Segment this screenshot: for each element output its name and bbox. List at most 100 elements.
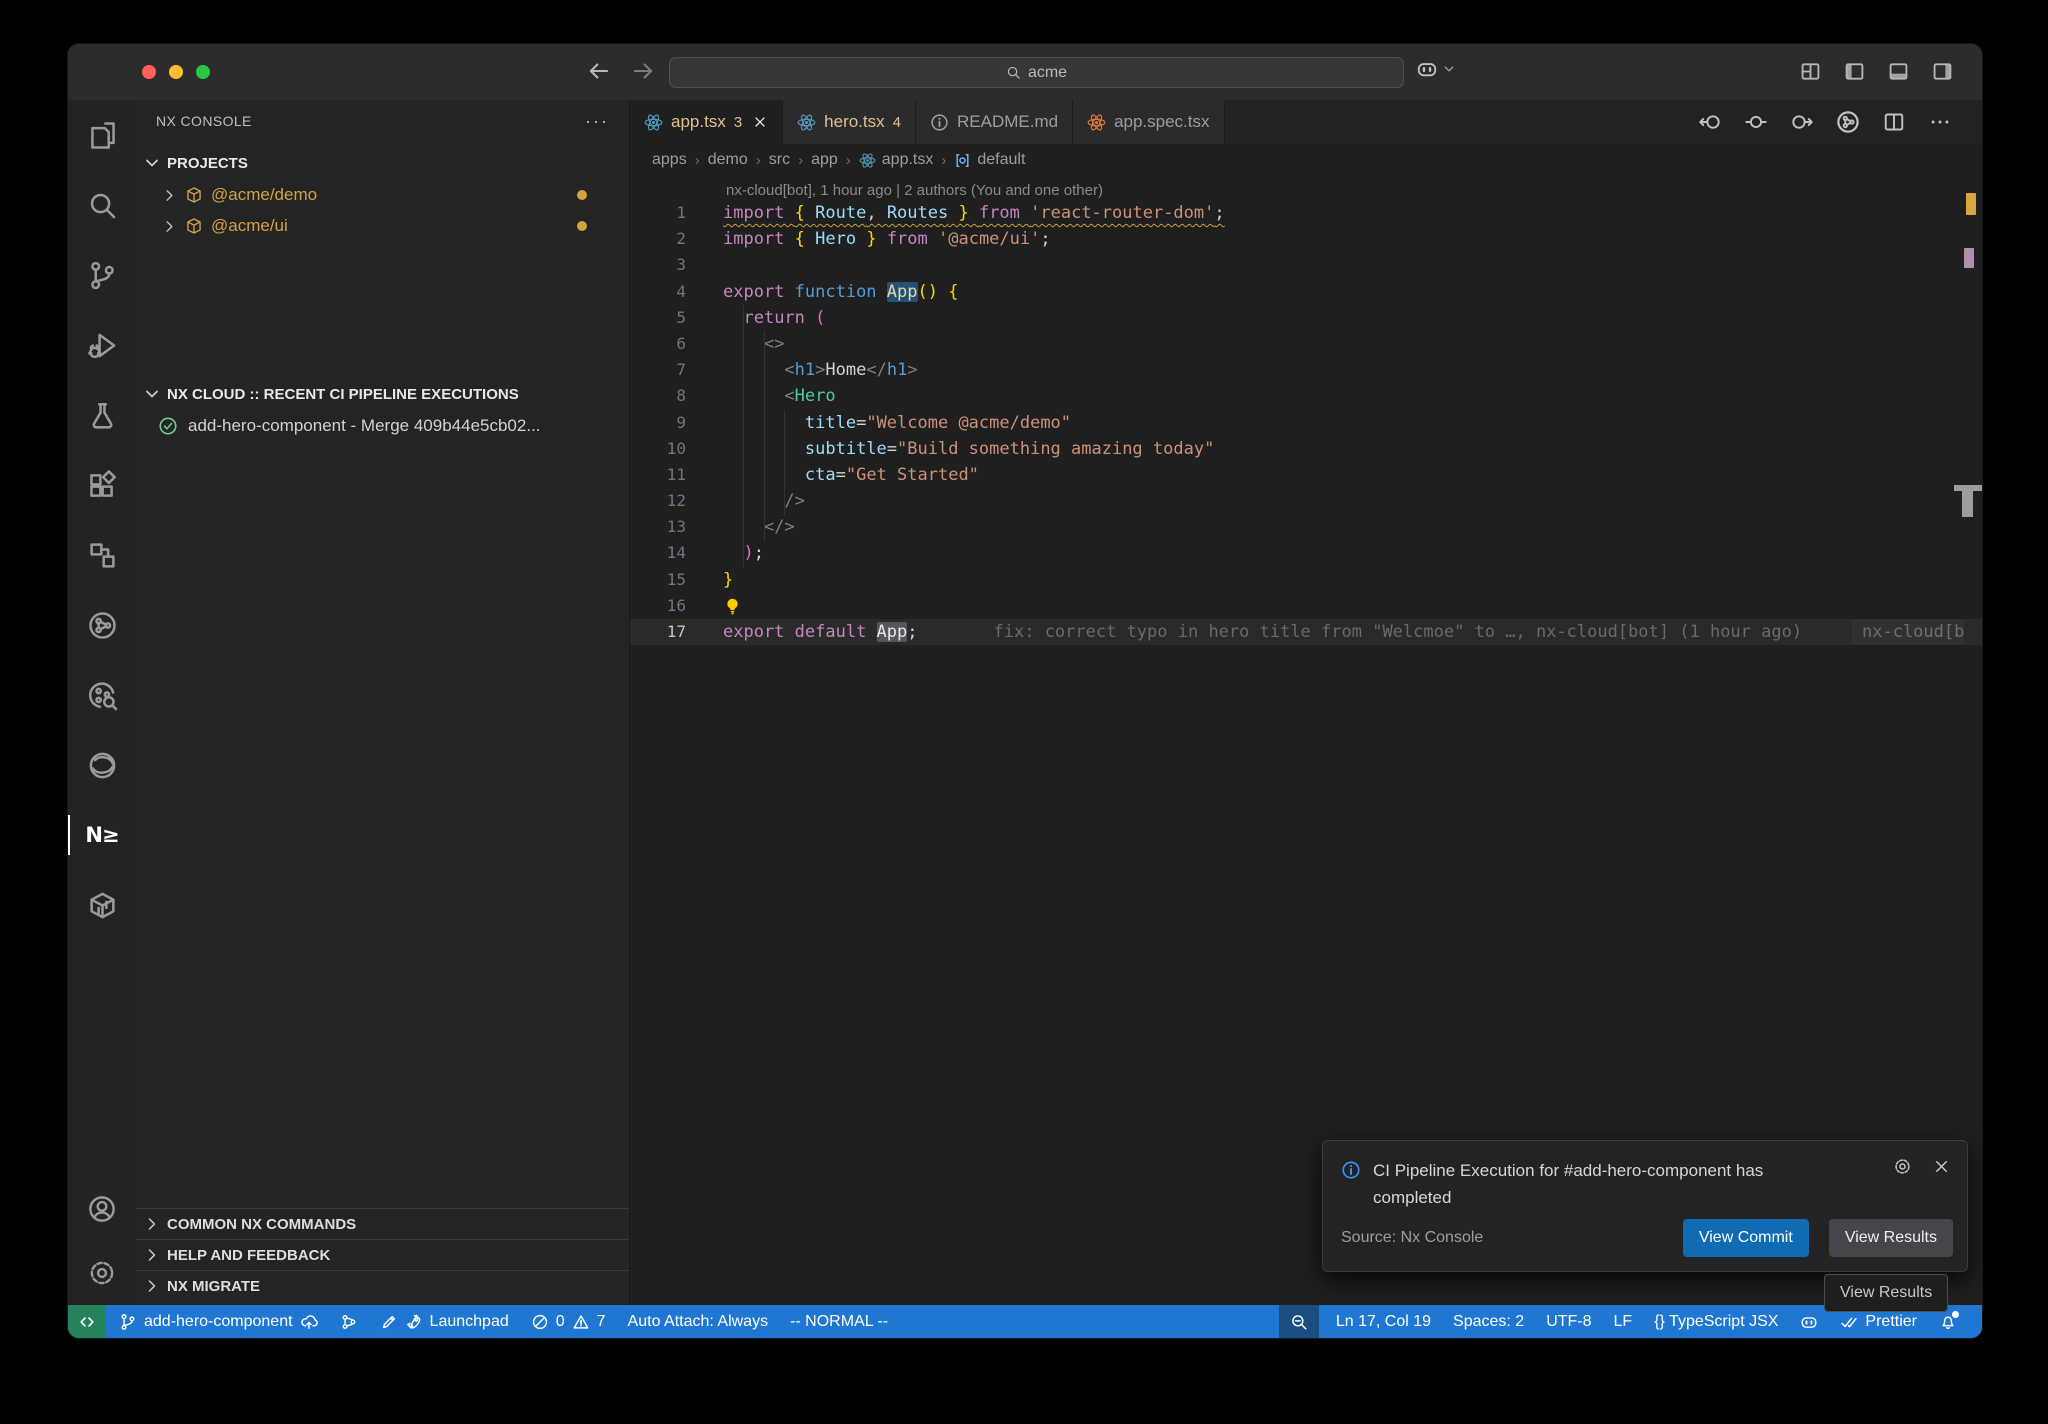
- view-results-button[interactable]: View Results: [1829, 1219, 1953, 1257]
- code-line-3: 3: [630, 252, 1982, 278]
- open-commit-graph-icon[interactable]: [1836, 110, 1860, 134]
- navigate-forward-change-icon[interactable]: [1790, 110, 1814, 134]
- token: ;: [1214, 203, 1224, 223]
- token: h1: [795, 360, 815, 380]
- branch-sm-icon: [119, 1313, 137, 1331]
- token: [723, 386, 784, 406]
- status-auto-attach[interactable]: Auto Attach: Always: [617, 1305, 780, 1338]
- tab-hero.tsx[interactable]: hero.tsx4: [783, 100, 916, 144]
- activity-item-extensions[interactable]: [68, 450, 136, 520]
- view-commit-button[interactable]: View Commit: [1683, 1219, 1809, 1257]
- status-indentation[interactable]: Spaces: 2: [1442, 1305, 1535, 1338]
- change-indicator-icon[interactable]: [1744, 110, 1768, 134]
- code-text: </>: [702, 514, 795, 540]
- code-text: return (: [702, 305, 825, 331]
- activity-item-settings[interactable]: [68, 1241, 136, 1305]
- toggle-primary-sidebar-icon[interactable]: [1843, 60, 1866, 83]
- tab-label: hero.tsx: [824, 112, 884, 132]
- status-remote-indicator[interactable]: [68, 1305, 106, 1338]
- activity-item-containers[interactable]: [68, 870, 136, 940]
- status-copilot-status[interactable]: [1789, 1305, 1829, 1338]
- layout-customize-icon[interactable]: [1799, 60, 1822, 83]
- activity-item-accounts[interactable]: [68, 1177, 136, 1241]
- navigate-back-change-icon[interactable]: [1698, 110, 1722, 134]
- more-actions-icon[interactable]: ···: [585, 111, 609, 132]
- breadcrumb-item-default[interactable]: default: [954, 151, 1025, 169]
- cloud-upload-icon: [300, 1313, 318, 1331]
- forward-icon[interactable]: [630, 58, 656, 84]
- breadcrumb: apps›demo›src›app›app.tsx›default: [630, 144, 1982, 176]
- activity-item-search[interactable]: [68, 170, 136, 240]
- tab-app.spec.tsx[interactable]: app.spec.tsx: [1073, 100, 1224, 144]
- section-nx-migrate[interactable]: NX MIGRATE: [136, 1270, 629, 1301]
- minimize-window-button[interactable]: [169, 65, 183, 79]
- code-line-2: 2import { Hero } from '@acme/ui';: [630, 226, 1982, 252]
- activity-item-commit-graph[interactable]: [68, 590, 136, 660]
- gear-icon[interactable]: [1893, 1157, 1912, 1176]
- bell-icon: [1939, 1313, 1957, 1331]
- more-actions-icon[interactable]: [1928, 110, 1952, 134]
- pipeline-label: add-hero-component - Merge 409b44e5cb02.…: [188, 416, 541, 436]
- status-git-branch[interactable]: add-hero-component: [108, 1305, 329, 1338]
- settings-icon: [87, 1258, 117, 1288]
- lightbulb-icon[interactable]: [723, 597, 742, 616]
- section-common-nx-commands[interactable]: COMMON NX COMMANDS: [136, 1208, 629, 1239]
- status-dot: [577, 190, 587, 200]
- breadcrumb-item-app[interactable]: app: [811, 151, 838, 169]
- status-language-mode[interactable]: {} TypeScript JSX: [1643, 1305, 1789, 1338]
- toggle-secondary-sidebar-icon[interactable]: [1931, 60, 1954, 83]
- project-item[interactable]: @acme/ui: [136, 211, 629, 241]
- search-value: acme: [1028, 64, 1067, 82]
- status-vim-mode[interactable]: -- NORMAL --: [779, 1305, 899, 1338]
- breadcrumb-item-app.tsx[interactable]: app.tsx: [859, 151, 934, 169]
- section-nx-cloud[interactable]: NX CLOUD :: RECENT CI PIPELINE EXECUTION…: [136, 379, 629, 409]
- close-icon[interactable]: [1932, 1157, 1951, 1176]
- zoom-window-button[interactable]: [196, 65, 210, 79]
- project-item[interactable]: @acme/demo: [136, 180, 629, 210]
- status-cursor-position[interactable]: Ln 17, Col 19: [1325, 1305, 1442, 1338]
- activity-item-run-and-debug[interactable]: [68, 310, 136, 380]
- section-label: HELP AND FEEDBACK: [167, 1247, 330, 1264]
- close-window-button[interactable]: [142, 65, 156, 79]
- breadcrumb-item-src[interactable]: src: [769, 151, 790, 169]
- split-editor-icon[interactable]: [1882, 110, 1906, 134]
- token: ,: [866, 203, 886, 223]
- status-problems[interactable]: 07: [520, 1305, 617, 1338]
- info-circle-icon: [930, 113, 949, 132]
- chevron-right-icon: [144, 1216, 160, 1232]
- status-text: LF: [1614, 1313, 1633, 1331]
- tab-README.md[interactable]: README.md: [916, 100, 1073, 144]
- tab-app.tsx[interactable]: app.tsx3: [630, 100, 783, 144]
- back-icon[interactable]: [586, 58, 612, 84]
- status-git-graph[interactable]: [329, 1305, 369, 1338]
- status-encoding[interactable]: UTF-8: [1535, 1305, 1602, 1338]
- run-and-debug-icon: [87, 330, 118, 361]
- status-launchpad[interactable]: Launchpad: [369, 1305, 520, 1338]
- copilot-menu[interactable]: [1416, 58, 1455, 80]
- code-text: export default App;: [702, 619, 918, 645]
- pipeline-execution-item[interactable]: add-hero-component - Merge 409b44e5cb02.…: [136, 411, 629, 441]
- command-center-search[interactable]: acme: [669, 57, 1404, 88]
- overview-modified-mark: [1964, 248, 1974, 268]
- toggle-panel-icon[interactable]: [1887, 60, 1910, 83]
- package-icon: [185, 186, 203, 204]
- token: />: [784, 491, 804, 511]
- section-label: NX MIGRATE: [167, 1278, 260, 1295]
- activity-item-explorer[interactable]: [68, 100, 136, 170]
- code-editor[interactable]: nx-cloud[bot], 1 hour ago | 2 authors (Y…: [630, 176, 1982, 1305]
- activity-item-testing[interactable]: [68, 380, 136, 450]
- code-line-15: 15}: [630, 567, 1982, 593]
- section-help-and-feedback[interactable]: HELP AND FEEDBACK: [136, 1239, 629, 1270]
- status-eol[interactable]: LF: [1603, 1305, 1644, 1338]
- activity-item-graph-search[interactable]: [68, 660, 136, 730]
- activity-item-references[interactable]: [68, 520, 136, 590]
- activity-item-source-control[interactable]: [68, 240, 136, 310]
- section-projects[interactable]: PROJECTS: [136, 148, 629, 178]
- line-number: 5: [630, 305, 702, 331]
- status-zoom-status[interactable]: [1279, 1305, 1319, 1338]
- extensions-icon: [87, 470, 118, 501]
- activity-item-nx-console[interactable]: N≥: [68, 800, 136, 870]
- activity-item-edge-browser[interactable]: [68, 730, 136, 800]
- breadcrumb-item-demo[interactable]: demo: [708, 151, 748, 169]
- breadcrumb-item-apps[interactable]: apps: [652, 151, 687, 169]
